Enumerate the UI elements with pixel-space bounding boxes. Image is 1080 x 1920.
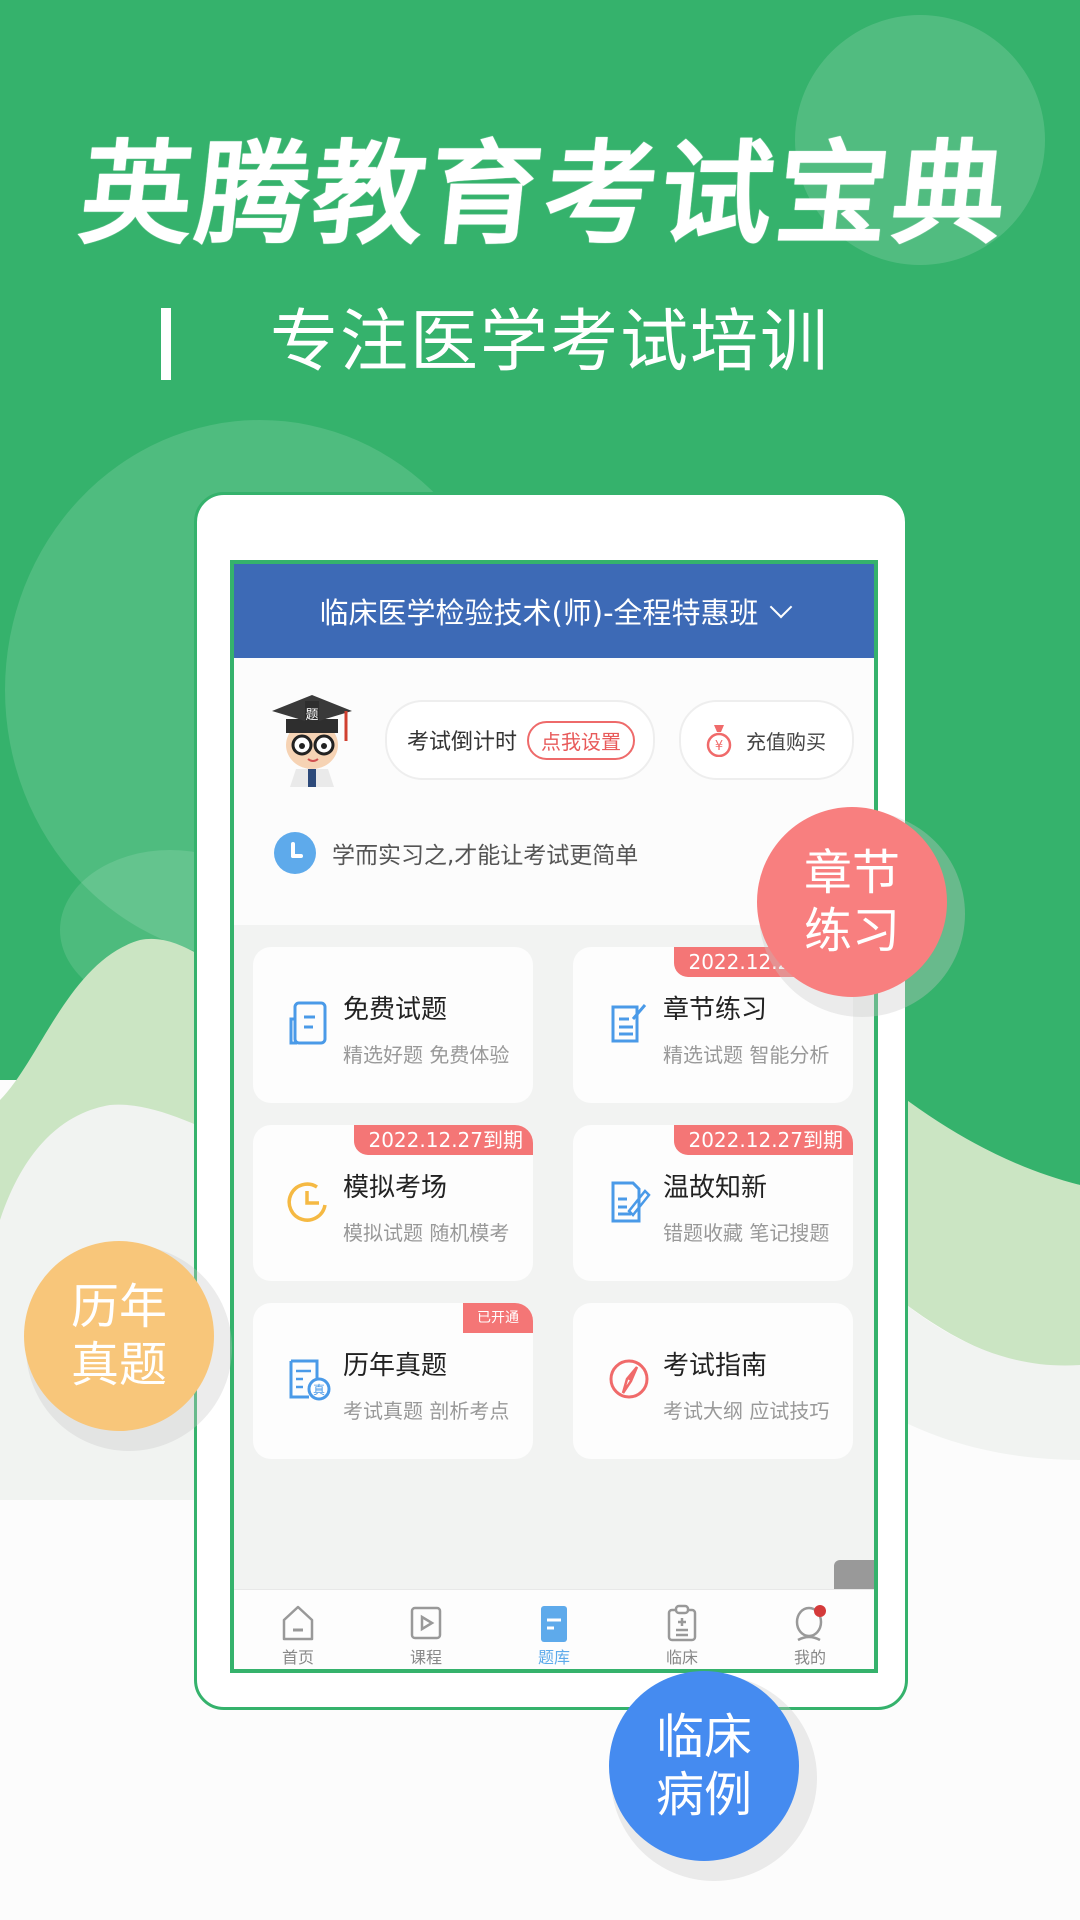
recharge-label: 充值购买: [746, 729, 826, 754]
card-title: 历年真题: [343, 1351, 448, 1381]
clock-icon: [287, 1182, 327, 1222]
expiry-badge: 2022.12.27到期: [354, 1125, 533, 1155]
course-title: 临床医学检验技术(师)-全程特惠班: [319, 596, 759, 630]
bubble-clinical-cases: 临床 病例: [609, 1671, 799, 1861]
card-subtitle: 精选试题 智能分析: [663, 1043, 830, 1067]
card-title: 免费试题: [343, 995, 448, 1025]
nav-label: 首页: [281, 1648, 314, 1667]
nav-label: 临床: [665, 1648, 698, 1667]
document-icon: [289, 1001, 327, 1045]
note-pen-icon: [611, 1181, 651, 1223]
nav-profile[interactable]: 我的: [746, 1590, 874, 1669]
card-review[interactable]: 2022.12.27到期 温故知新 错题收藏 笔记搜题: [573, 1125, 853, 1281]
card-subtitle: 模拟试题 随机模考: [343, 1221, 510, 1245]
nav-label: 课程: [409, 1648, 442, 1667]
card-title: 模拟考场: [343, 1173, 448, 1203]
banner-subtitle: 专注医学考试培训: [270, 303, 831, 382]
svg-text:真: 真: [313, 1383, 325, 1397]
card-free-questions[interactable]: 免费试题 精选好题 免费体验: [253, 947, 533, 1103]
bubble-chapter-practice: 章节 练习: [757, 807, 947, 997]
card-past-exams[interactable]: 已开通 真 历年真题 考试真题 剖析考点: [253, 1303, 533, 1459]
svg-text:题: 题: [305, 708, 318, 723]
edit-list-icon: [611, 1004, 647, 1043]
clipboard-icon: [667, 1604, 697, 1642]
countdown-label: 考试倒计时: [407, 730, 518, 755]
card-mock-exam[interactable]: 2022.12.27到期 模拟考场 模拟试题 随机模考: [253, 1125, 533, 1281]
motto-text: 学而实习之,才能让考试更简单: [332, 843, 639, 869]
bubble-label: 历年 真题: [70, 1279, 167, 1393]
set-countdown-button[interactable]: 点我设置: [527, 720, 636, 760]
card-subtitle: 错题收藏 笔记搜题: [663, 1221, 830, 1245]
activated-badge: 已开通: [463, 1303, 533, 1333]
recharge-button[interactable]: ¥ 充值购买: [679, 700, 854, 780]
nav-label: 我的: [793, 1648, 826, 1667]
card-subtitle: 精选好题 免费体验: [343, 1043, 510, 1067]
notification-dot: [814, 1605, 826, 1617]
card-subtitle: 考试真题 剖析考点: [343, 1399, 510, 1423]
card-exam-guide[interactable]: 考试指南 考试大纲 应试技巧: [573, 1303, 853, 1459]
app-screen: 临床医学检验技术(师)-全程特惠班 题 考试倒计时 点我设置 ¥ 充值购买 学而…: [230, 560, 878, 1673]
mascot-avatar: 题: [272, 695, 352, 787]
money-bag-icon: ¥: [706, 725, 732, 757]
course-selector[interactable]: 临床医学检验技术(师)-全程特惠班: [234, 564, 874, 658]
banner-title: 英腾教育考试宝典: [74, 129, 1016, 260]
chevron-down-icon: [769, 595, 792, 619]
bubble-past-exams: 历年 真题: [24, 1241, 214, 1431]
subtitle-bar: [161, 308, 171, 380]
expiry-badge: 2022.12.27到期: [674, 1125, 853, 1155]
exam-countdown[interactable]: 考试倒计时 点我设置: [385, 700, 655, 780]
svg-text:¥: ¥: [715, 739, 723, 754]
bubble-label: 章节 练习: [803, 845, 900, 959]
card-title: 温故知新: [663, 1173, 768, 1203]
nav-question-bank[interactable]: 题库: [490, 1590, 618, 1669]
card-title: 章节练习: [663, 995, 768, 1025]
nav-courses[interactable]: 课程: [362, 1590, 490, 1669]
customer-service-float-button[interactable]: [834, 1560, 874, 1590]
bubble-label: 临床 病例: [655, 1709, 752, 1823]
nav-clinical[interactable]: 临床: [618, 1590, 746, 1669]
home-icon: [282, 1605, 314, 1641]
profile-icon: [795, 1605, 826, 1642]
nav-label: 题库: [537, 1648, 570, 1667]
clock-icon: [274, 832, 316, 874]
motto: 学而实习之,才能让考试更简单: [274, 832, 638, 874]
nav-home[interactable]: 首页: [234, 1590, 362, 1669]
exam-paper-icon: 真: [289, 1359, 331, 1401]
question-bank-icon: [541, 1606, 567, 1642]
card-subtitle: 考试大纲 应试技巧: [663, 1399, 830, 1423]
play-icon: [410, 1606, 442, 1640]
card-title: 考试指南: [663, 1351, 768, 1381]
bottom-nav: 首页 课程 题库 临床 我的: [234, 1589, 874, 1669]
compass-icon: [609, 1359, 649, 1399]
